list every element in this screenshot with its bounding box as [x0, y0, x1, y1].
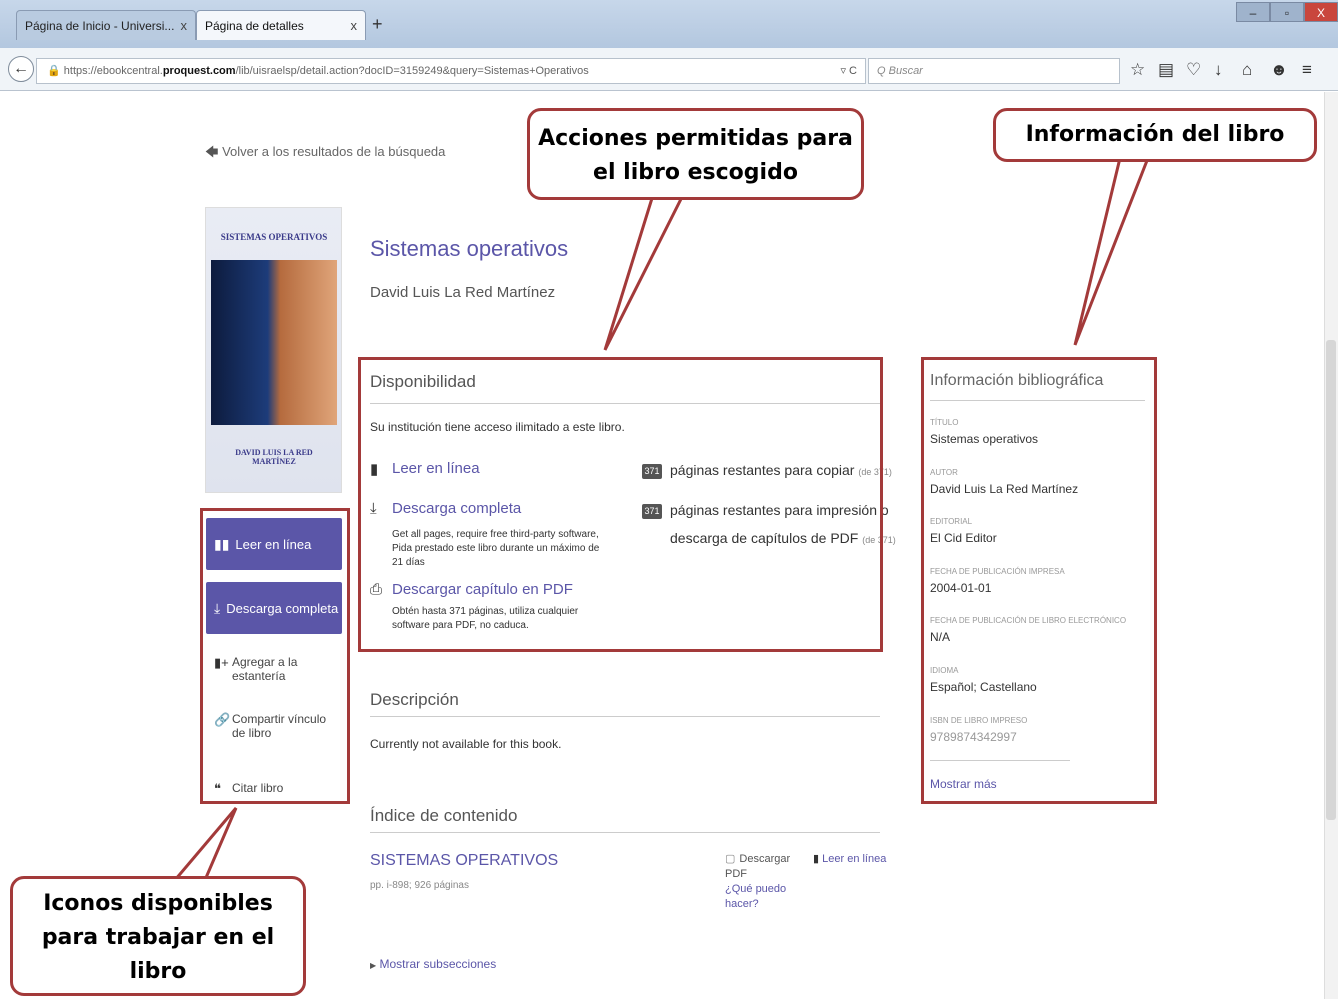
- icons-callout-pointer: [171, 807, 238, 882]
- actions-callout: Acciones permitidas para el libro escogi…: [527, 108, 864, 200]
- info-callout-pointer: [1073, 156, 1151, 346]
- info-callout: Información del libro: [993, 108, 1317, 162]
- actions-callout-pointer: [603, 193, 686, 351]
- icons-callout: Iconos disponibles para trabajar en el l…: [10, 876, 306, 996]
